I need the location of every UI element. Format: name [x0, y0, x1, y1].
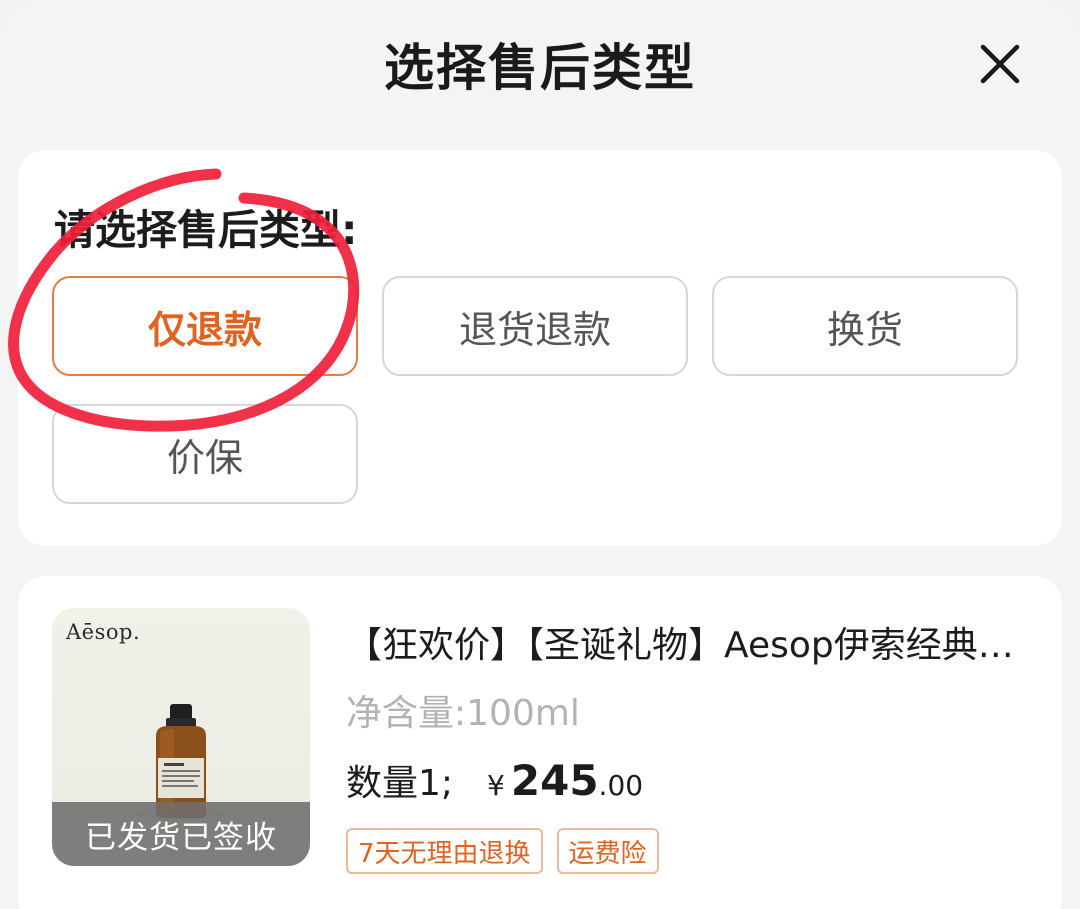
sheet-header: 选择售后类型	[0, 0, 1080, 124]
page-title: 选择售后类型	[384, 39, 696, 97]
shipping-status-badge: 已发货已签收	[52, 802, 310, 866]
product-card: Aēsop. 已发货已签收 【狂欢价】【圣诞礼物】Aesop伊索经典香芬护肤油 …	[18, 576, 1062, 909]
option-price-protection[interactable]: 价保	[52, 404, 358, 504]
option-exchange[interactable]: 换货	[712, 276, 1018, 376]
after-sales-type-card: 请选择售后类型: 仅退款 退货退款 换货 价保	[18, 150, 1062, 546]
after-sales-sheet: 选择售后类型 请选择售后类型: 仅退款 退货退款 换货 价保 Aēsop. 已发…	[0, 0, 1080, 909]
close-icon	[980, 44, 1020, 84]
currency-symbol: ¥	[487, 769, 505, 802]
product-spec: 净含量:100ml	[346, 693, 580, 734]
product-price: ¥ 245 .00	[487, 756, 643, 805]
product-thumbnail[interactable]: Aēsop. 已发货已签收	[52, 608, 310, 866]
type-prompt: 请选择售后类型:	[54, 206, 358, 254]
option-refund-only[interactable]: 仅退款	[52, 276, 358, 376]
quantity-price-row: 数量1; ¥ 245 .00	[346, 754, 643, 806]
tag-shipping-insurance: 运费险	[556, 828, 659, 874]
tag-7-day-return: 7天无理由退换	[346, 828, 543, 874]
product-title: 【狂欢价】【圣诞礼物】Aesop伊索经典香芬护肤油	[346, 625, 1036, 666]
product-quantity: 数量1;	[346, 763, 454, 804]
price-integer: 245	[510, 756, 599, 805]
service-tags: 7天无理由退换 运费险	[346, 828, 659, 874]
close-button[interactable]	[974, 38, 1026, 90]
price-decimal: .00	[598, 769, 644, 802]
option-return-and-refund[interactable]: 退货退款	[382, 276, 688, 376]
